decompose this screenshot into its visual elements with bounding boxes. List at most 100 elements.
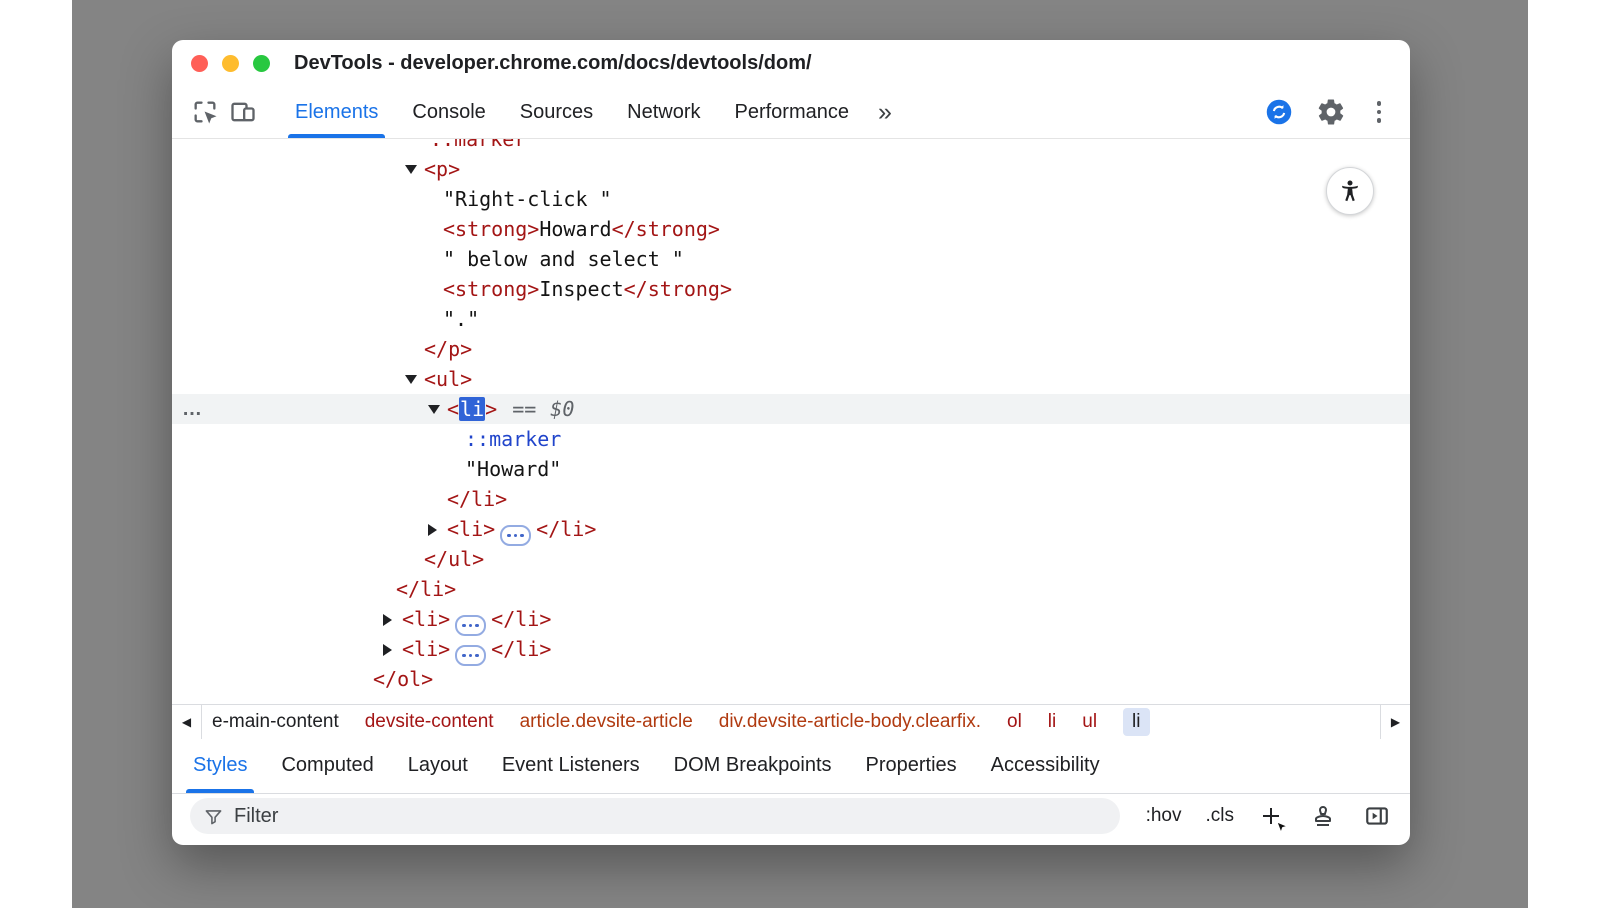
sidebar-tab-styles[interactable]: Styles	[176, 739, 264, 793]
breadcrumb-item-ol[interactable]: ol	[1007, 711, 1022, 733]
accessibility-button[interactable]	[1326, 167, 1374, 215]
toggle-sidebar-icon[interactable]	[1362, 801, 1392, 831]
sidebar-tab-dom-breakpoints[interactable]: DOM Breakpoints	[657, 739, 849, 793]
device-toolbar-glyph	[229, 98, 257, 126]
expand-arrow-icon[interactable]	[428, 514, 447, 544]
inspect-element-glyph	[191, 98, 219, 126]
more-options-icon[interactable]: …	[182, 394, 202, 424]
zoom-window-button[interactable]	[253, 55, 270, 72]
toolbar-right-actions	[1260, 93, 1410, 131]
tab-console[interactable]: Console	[395, 86, 502, 138]
expand-inline-children-icon[interactable]	[455, 615, 486, 636]
dom-tree-row[interactable]: ::marker	[172, 139, 1410, 154]
code-token-tag: </li>	[396, 577, 456, 601]
expand-inline-children-icon[interactable]	[500, 525, 531, 546]
minimize-window-button[interactable]	[222, 55, 239, 72]
dom-tree-row[interactable]: ::marker	[172, 424, 1410, 454]
dom-tree-row[interactable]: <strong>Inspect</strong>	[172, 274, 1410, 304]
page-background: DevTools - developer.chrome.com/docs/dev…	[72, 0, 1528, 908]
sidebar-tab-accessibility[interactable]: Accessibility	[974, 739, 1117, 793]
dom-tree-row[interactable]: "Right-click "	[172, 184, 1410, 214]
code-token-var: $0	[550, 397, 574, 421]
code-token-tag: </li>	[447, 487, 507, 511]
code-token-pseudo: ::marker	[465, 427, 561, 451]
dom-tree-row[interactable]: </ol>	[172, 664, 1410, 694]
collapse-arrow-icon[interactable]	[428, 394, 447, 424]
filter-input[interactable]: Filter	[190, 798, 1120, 834]
dom-tree-row[interactable]: <li></li>	[172, 604, 1410, 634]
breadcrumb-item-ul[interactable]: ul	[1082, 711, 1097, 733]
breadcrumb-items: e-main-content devsite-content article.dev…	[202, 705, 1380, 739]
expand-arrow-icon[interactable]	[383, 604, 402, 634]
breadcrumb-item-div-devsite-article-body-clearfix-[interactable]: div.devsite-article-body.clearfix.	[719, 711, 981, 733]
sidebar-tab-layout[interactable]: Layout	[391, 739, 485, 793]
mouse-cursor	[1275, 821, 1291, 837]
tab-network[interactable]: Network	[610, 86, 717, 138]
breadcrumb-item-devsite-content[interactable]: devsite-content	[365, 711, 494, 733]
tab-elements[interactable]: Elements	[278, 86, 395, 138]
dom-tree-row[interactable]: </ul>	[172, 544, 1410, 574]
kebab-menu-icon[interactable]	[1364, 95, 1394, 129]
expand-inline-children-icon[interactable]	[455, 645, 486, 666]
dom-tree-row[interactable]: … <li> == $0	[172, 394, 1410, 424]
dom-tree-row[interactable]: <ul>	[172, 364, 1410, 394]
sidebar-tab-computed[interactable]: Computed	[264, 739, 390, 793]
breadcrumb-scroll-left-button[interactable]: ◀	[172, 705, 202, 739]
code-token-tag: <strong>	[443, 277, 539, 301]
code-token-text: "."	[443, 307, 479, 331]
code-token-tag: </strong>	[624, 277, 732, 301]
code-token-tag: <li>	[402, 607, 450, 631]
code-token-eq: ==	[512, 397, 536, 421]
cls-toggle[interactable]: .cls	[1206, 805, 1235, 827]
toggle-sidebar-glyph	[1364, 803, 1390, 829]
tab-sources[interactable]: Sources	[503, 86, 610, 138]
collapse-arrow-icon[interactable]	[405, 154, 424, 184]
breadcrumb-item-li[interactable]: li	[1123, 708, 1149, 736]
hov-toggle[interactable]: :hov	[1146, 805, 1182, 827]
dom-tree-row[interactable]: <li></li>	[172, 514, 1410, 544]
code-token-tag: <	[447, 397, 459, 421]
filter-placeholder: Filter	[234, 805, 278, 828]
styles-filter-bar: Filter :hov .cls	[172, 794, 1410, 846]
dom-tree-row[interactable]: " below and select "	[172, 244, 1410, 274]
expand-arrow-icon[interactable]	[383, 634, 402, 664]
dom-tree-row[interactable]: "."	[172, 304, 1410, 334]
code-token-text: " below and select "	[443, 247, 684, 271]
code-token-text: Inspect	[539, 277, 623, 301]
device-toolbar-icon[interactable]	[224, 93, 262, 131]
code-token-tag: <ul>	[424, 367, 472, 391]
close-window-button[interactable]	[191, 55, 208, 72]
breadcrumb-item-article-devsite-article[interactable]: article.devsite-article	[520, 711, 693, 733]
dom-tree-row[interactable]: <strong>Howard</strong>	[172, 214, 1410, 244]
dom-tree-row[interactable]: <li></li>	[172, 634, 1410, 664]
dom-tree-row[interactable]: </p>	[172, 334, 1410, 364]
sidebar-tab-properties[interactable]: Properties	[849, 739, 974, 793]
breadcrumb-item-li[interactable]: li	[1048, 711, 1056, 733]
stamp-glyph	[1311, 804, 1335, 828]
inspect-element-icon[interactable]	[186, 93, 224, 131]
code-token-tag: >	[485, 397, 497, 421]
dom-tree-row[interactable]: </li>	[172, 574, 1410, 604]
accessibility-person-icon	[1337, 178, 1363, 204]
sync-icon[interactable]	[1260, 93, 1298, 131]
stamp-icon[interactable]	[1308, 801, 1338, 831]
collapse-arrow-icon[interactable]	[405, 364, 424, 394]
sync-glyph	[1265, 98, 1293, 126]
tab-performance[interactable]: Performance	[718, 86, 867, 138]
settings-gear-icon[interactable]	[1312, 93, 1350, 131]
filter-bar-actions: :hov .cls	[1140, 801, 1392, 831]
new-style-rule-button[interactable]	[1258, 803, 1284, 829]
window-titlebar: DevTools - developer.chrome.com/docs/dev…	[172, 40, 1410, 86]
panel-tabs: ElementsConsoleSourcesNetworkPerformance	[278, 86, 866, 138]
breadcrumb-item-e-main-content[interactable]: e-main-content	[212, 711, 339, 733]
more-panels-icon[interactable]: »	[866, 100, 904, 125]
dom-tree-row[interactable]: <p>	[172, 154, 1410, 184]
breadcrumb-scroll-right-button[interactable]: ▶	[1380, 705, 1410, 739]
devtools-toolbar: ElementsConsoleSourcesNetworkPerformance…	[172, 86, 1410, 139]
code-token-tag: <li>	[402, 637, 450, 661]
code-token-hl: li	[459, 397, 485, 421]
dom-tree-row[interactable]: </li>	[172, 484, 1410, 514]
dom-tree-row[interactable]: "Howard"	[172, 454, 1410, 484]
sidebar-tab-event-listeners[interactable]: Event Listeners	[485, 739, 657, 793]
sidebar-tabs: StylesComputedLayoutEvent ListenersDOM B…	[172, 739, 1410, 794]
